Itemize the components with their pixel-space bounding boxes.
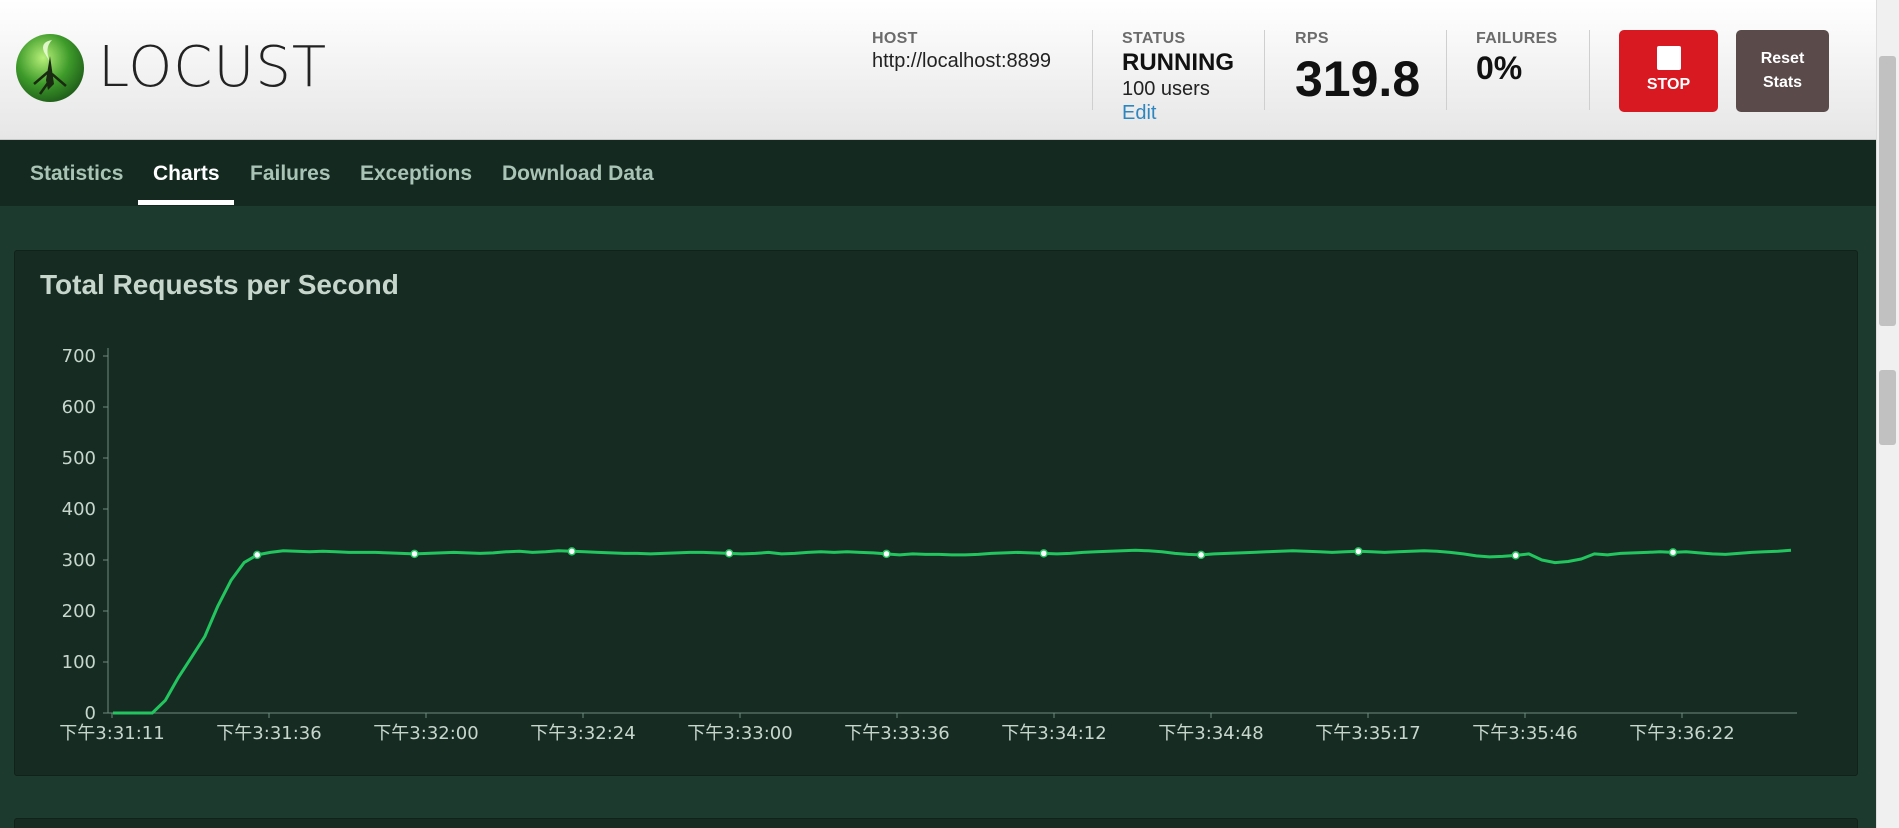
user-count: 100 users bbox=[1122, 78, 1210, 100]
scrollbar-marker bbox=[1879, 370, 1896, 445]
x-tick-label: 下午3:35:46 bbox=[1472, 723, 1577, 744]
rps-stat: RPS 319.8 bbox=[1295, 30, 1420, 104]
y-tick-label: 200 bbox=[62, 601, 96, 622]
status-label: STATUS bbox=[1122, 30, 1186, 47]
y-tick-label: 100 bbox=[62, 652, 96, 673]
data-point bbox=[1354, 547, 1363, 556]
x-tick-label: 下午3:32:24 bbox=[530, 723, 635, 744]
rps-label: RPS bbox=[1295, 30, 1329, 47]
tab-download-data[interactable]: Download Data bbox=[502, 140, 654, 206]
divider bbox=[1264, 30, 1265, 110]
y-tick-label: 0 bbox=[85, 703, 96, 724]
y-tick-label: 700 bbox=[62, 346, 96, 367]
rps-series-line bbox=[113, 548, 1792, 715]
status-stat: STATUS RUNNING 100 users Edit bbox=[1122, 30, 1234, 125]
data-point bbox=[1511, 551, 1520, 560]
host-stat: HOST http://localhost:8899 bbox=[872, 30, 1051, 73]
stop-icon bbox=[1656, 46, 1681, 70]
x-tick-label: 下午3:32:00 bbox=[373, 723, 478, 744]
scrollbar-thumb[interactable] bbox=[1879, 56, 1896, 326]
y-tick-label: 300 bbox=[62, 550, 96, 571]
x-tick-label: 下午3:33:00 bbox=[687, 723, 792, 744]
data-point bbox=[1668, 548, 1678, 557]
x-tick-label: 下午3:34:12 bbox=[1001, 723, 1106, 744]
x-tick-label: 下午3:31:36 bbox=[216, 723, 321, 744]
stop-button[interactable]: STOP bbox=[1619, 30, 1718, 112]
main-nav: Statistics Charts Failures Exceptions Do… bbox=[0, 140, 1876, 206]
y-tick-label: 600 bbox=[62, 397, 96, 418]
tab-exceptions[interactable]: Exceptions bbox=[360, 140, 472, 206]
host-value: http://localhost:8899 bbox=[872, 50, 1052, 72]
host-label: HOST bbox=[872, 30, 918, 47]
tab-charts[interactable]: Charts bbox=[153, 140, 220, 206]
status-value: RUNNING bbox=[1122, 49, 1234, 76]
x-tick-label: 下午3:36:22 bbox=[1629, 723, 1734, 744]
failures-value: 0% bbox=[1476, 50, 1523, 86]
reset-label-line1: Reset bbox=[1760, 50, 1805, 67]
rps-chart: 0 100 200 300 400 500 600 700 下午3:31:11 下午3:31:36… bbox=[59, 346, 1797, 744]
rps-chart-panel: Total Requests per Second 0 100 200 300 400 5… bbox=[14, 250, 1858, 776]
second-chart-panel bbox=[14, 818, 1858, 828]
divider bbox=[1589, 30, 1590, 110]
x-tick-label: 下午3:35:17 bbox=[1315, 723, 1420, 744]
reset-stats-button[interactable]: Reset Stats bbox=[1736, 30, 1829, 112]
data-point bbox=[724, 549, 734, 558]
failures-stat: FAILURES 0% bbox=[1476, 30, 1558, 84]
x-tick-label: 下午3:31:11 bbox=[59, 723, 164, 744]
tab-failures[interactable]: Failures bbox=[250, 140, 331, 206]
data-point bbox=[1039, 549, 1049, 558]
locust-logo: LOCUST bbox=[14, 32, 327, 104]
data-point bbox=[1196, 550, 1206, 560]
data-point bbox=[410, 549, 419, 559]
page-scrollbar[interactable] bbox=[1876, 0, 1899, 828]
y-tick-label: 500 bbox=[62, 448, 96, 469]
data-point bbox=[882, 549, 891, 559]
failures-label: FAILURES bbox=[1476, 30, 1558, 47]
data-point bbox=[567, 547, 577, 556]
active-tab-indicator bbox=[138, 200, 234, 205]
divider bbox=[1092, 30, 1093, 110]
divider bbox=[1446, 30, 1447, 110]
edit-users-link[interactable]: Edit bbox=[1122, 102, 1234, 125]
stop-button-label: STOP bbox=[1646, 76, 1691, 93]
rps-value: 319.8 bbox=[1295, 51, 1421, 107]
top-header: LOCUST HOST http://localhost:8899 STATUS… bbox=[0, 0, 1876, 140]
reset-label-line2: Stats bbox=[1762, 74, 1803, 91]
x-tick-label: 下午3:33:36 bbox=[844, 723, 949, 744]
logo-text: LOCUST bbox=[98, 35, 328, 100]
data-point bbox=[252, 550, 262, 560]
x-tick-label: 下午3:34:48 bbox=[1158, 723, 1263, 744]
tab-statistics[interactable]: Statistics bbox=[30, 140, 123, 206]
y-tick-label: 400 bbox=[62, 499, 96, 520]
locust-logo-icon bbox=[16, 34, 84, 102]
